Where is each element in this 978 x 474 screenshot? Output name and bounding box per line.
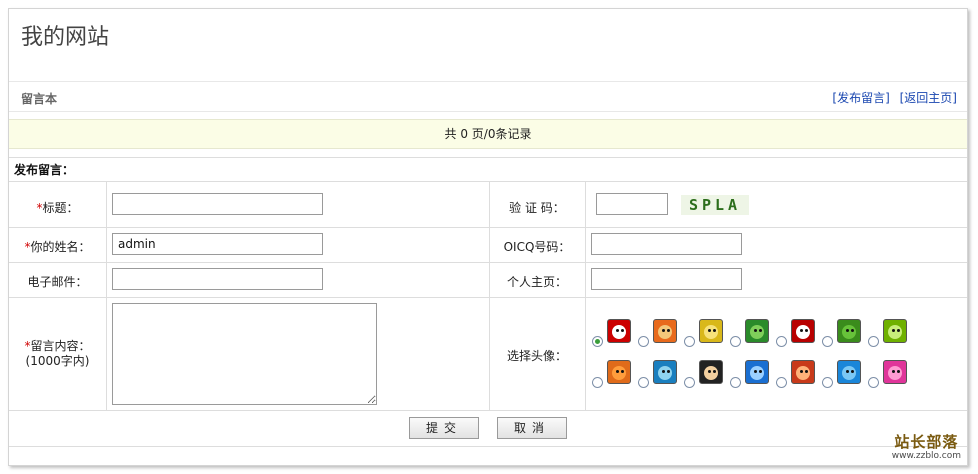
avatar-radio[interactable]	[592, 377, 603, 388]
name-input[interactable]	[112, 233, 323, 255]
avatar-label: 选择头像：	[506, 349, 567, 363]
watermark-text: 站长部落	[894, 433, 959, 451]
divider	[9, 111, 967, 112]
oicq-input[interactable]	[591, 233, 742, 255]
avatar-image	[607, 319, 631, 343]
title-input[interactable]	[112, 193, 323, 215]
name-label-text: 你的姓名：	[30, 240, 91, 254]
guestbook-nav: [发布留言] [返回主页]	[826, 89, 957, 106]
avatar-radio[interactable]	[776, 377, 787, 388]
captcha-input[interactable]	[596, 193, 668, 215]
homepage-label: 个人主页：	[506, 275, 567, 289]
avatar-image	[837, 360, 861, 384]
row-divider	[9, 297, 967, 298]
col-divider	[106, 182, 107, 410]
avatar-image	[837, 319, 861, 343]
captcha-image: SPLA	[681, 195, 749, 215]
avatar-image	[883, 360, 907, 384]
title-label-text: 标题：	[42, 201, 79, 215]
email-input[interactable]	[112, 268, 323, 290]
divider	[9, 81, 967, 82]
avatar-radio[interactable]	[822, 336, 833, 347]
form-heading: 发布留言：	[9, 157, 967, 182]
email-label: 电子邮件：	[27, 275, 88, 289]
avatar-image	[745, 360, 769, 384]
avatar-image	[653, 319, 677, 343]
avatar-radio[interactable]	[868, 377, 879, 388]
col-divider	[489, 182, 490, 410]
row-divider	[9, 446, 967, 447]
avatar-radio[interactable]	[776, 336, 787, 347]
avatar-image	[791, 360, 815, 384]
avatar-image	[699, 360, 723, 384]
back-home-link[interactable]: [返回主页]	[900, 91, 957, 105]
avatar-image	[791, 319, 815, 343]
content-label: *留言内容： (1000字内)	[9, 339, 106, 369]
name-label: *你的姓名：	[9, 238, 106, 255]
row-divider	[9, 262, 967, 263]
watermark-url: www.zzblo.com	[891, 451, 961, 461]
row-divider	[9, 227, 967, 228]
avatar-radio[interactable]	[684, 377, 695, 388]
avatar-image	[745, 319, 769, 343]
avatar-radio[interactable]	[684, 336, 695, 347]
guestbook-title: 留言本	[21, 92, 58, 106]
site-title: 我的网站	[21, 25, 110, 50]
post-message-link[interactable]: [发布留言]	[832, 91, 889, 105]
cancel-button[interactable]: 取消	[497, 417, 567, 439]
content-textarea[interactable]	[112, 303, 377, 405]
avatar-image	[883, 319, 907, 343]
avatar-radio[interactable]	[868, 336, 879, 347]
avatar-radio[interactable]	[730, 377, 741, 388]
title-label: *标题：	[9, 199, 106, 216]
page-frame: 我的网站 留言本 [发布留言] [返回主页] 共 0 页/0条记录 发布留言： …	[8, 8, 968, 466]
avatar-radio[interactable]	[592, 336, 603, 347]
oicq-label: OICQ号码：	[503, 240, 571, 254]
pager-info: 共 0 页/0条记录	[9, 119, 967, 149]
avatar-image	[699, 319, 723, 343]
avatar-radio[interactable]	[822, 377, 833, 388]
avatar-image	[653, 360, 677, 384]
watermark: 站长部落 www.zzblo.com	[892, 431, 961, 461]
homepage-input[interactable]	[591, 268, 742, 290]
content-limit-note: (1000字内)	[25, 354, 90, 368]
captcha-label: 验 证 码：	[509, 201, 565, 215]
avatar-radio[interactable]	[730, 336, 741, 347]
row-divider	[9, 410, 967, 411]
content-label-text: 留言内容：	[30, 339, 91, 353]
submit-button[interactable]: 提交	[409, 417, 479, 439]
avatar-radio[interactable]	[638, 377, 649, 388]
col-divider	[585, 182, 586, 410]
avatar-radio[interactable]	[638, 336, 649, 347]
avatar-image	[607, 360, 631, 384]
